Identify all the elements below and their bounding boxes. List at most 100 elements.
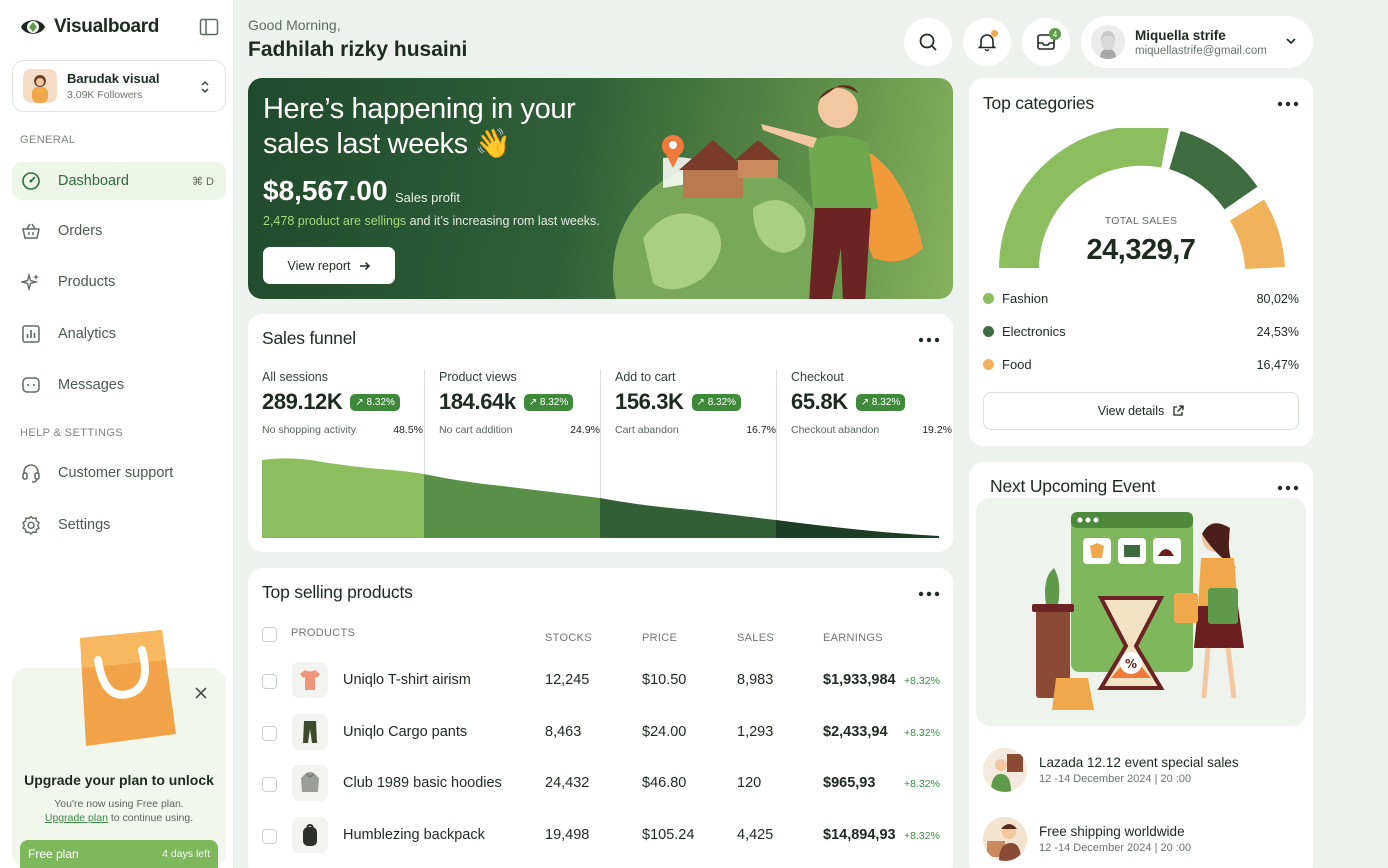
column-header-price[interactable]: PRICE bbox=[642, 632, 677, 644]
select-all-checkbox[interactable] bbox=[262, 627, 277, 642]
view-details-label: View details bbox=[1097, 404, 1165, 418]
funnel-area-all-sessions bbox=[262, 458, 424, 538]
sidebar-item-dashboard[interactable]: Dashboard ⌘ D bbox=[12, 162, 226, 200]
funnel-label: Add to cart bbox=[615, 370, 676, 384]
more-options-icon[interactable] bbox=[918, 591, 940, 597]
user-menu[interactable]: Miquella strife miquellastrife@gmail.com bbox=[1081, 16, 1313, 68]
funnel-label: Checkout bbox=[791, 370, 844, 384]
upgrade-card: Upgrade your plan to unlock You're now u… bbox=[12, 630, 226, 868]
hero-note-rest: and it’s increasing rom last weeks. bbox=[406, 214, 600, 228]
funnel-label: All sessions bbox=[262, 370, 328, 384]
sidebar-item-orders[interactable]: Orders bbox=[12, 212, 226, 250]
close-icon[interactable] bbox=[194, 686, 208, 700]
funnel-sub-label: No shopping activity bbox=[262, 424, 356, 436]
upcoming-event-card: Next Upcoming Event % Lazada 12.12 event… bbox=[969, 462, 1313, 868]
basket-icon bbox=[20, 220, 42, 242]
earnings-change: +8.32% bbox=[904, 675, 940, 687]
messages-badge: 4 bbox=[1049, 28, 1061, 40]
funnel-label: Product views bbox=[439, 370, 517, 384]
earnings-change: +8.32% bbox=[904, 727, 940, 739]
product-earnings: $2,433,94 bbox=[823, 724, 888, 740]
more-options-icon[interactable] bbox=[1277, 101, 1299, 107]
change-badge: ↗ 8.32% bbox=[691, 393, 742, 411]
svg-text:%: % bbox=[1125, 657, 1137, 671]
column-header-sales[interactable]: SALES bbox=[737, 632, 774, 644]
gauge-segment-electronics bbox=[1168, 130, 1258, 210]
row-checkbox[interactable] bbox=[262, 829, 277, 844]
view-details-button[interactable]: View details bbox=[983, 392, 1299, 430]
more-options-icon[interactable] bbox=[918, 337, 940, 343]
sidebar-item-settings[interactable]: Settings bbox=[12, 506, 226, 544]
funnel-value: 289.12K bbox=[262, 389, 343, 414]
funnel-stage-checkout: Checkout 65.8K ↗ 8.32% Checkout abandon 19… bbox=[791, 370, 966, 436]
sidebar-item-analytics[interactable]: Analytics bbox=[12, 315, 226, 353]
pants-icon bbox=[292, 714, 328, 750]
view-report-label: View report bbox=[287, 258, 351, 273]
notifications-button[interactable] bbox=[963, 18, 1011, 66]
more-options-icon[interactable] bbox=[1277, 485, 1299, 491]
earnings-change: +8.32% bbox=[904, 830, 940, 842]
column-header-stocks[interactable]: STOCKS bbox=[545, 632, 592, 644]
brand[interactable]: Visualboard bbox=[20, 14, 159, 40]
upgrade-text-line1: You're now using Free plan. bbox=[54, 798, 184, 810]
table-row[interactable]: Uniqlo T-shirt airism 12,245 $10.50 8,98… bbox=[248, 656, 953, 706]
table-row[interactable]: Uniqlo Cargo pants 8,463 $24.00 1,293 $2… bbox=[248, 708, 953, 758]
hero-title: Here’s happening in your sales last week… bbox=[263, 93, 576, 160]
event-title: Lazada 12.12 event special sales bbox=[1039, 755, 1239, 770]
event-thumbnail bbox=[983, 817, 1027, 861]
shopping-bag-icon bbox=[80, 630, 176, 746]
funnel-stage-add-to-cart: Add to cart 156.3K ↗ 8.32% Cart abandon 16… bbox=[615, 370, 790, 436]
sparkle-icon bbox=[20, 271, 42, 293]
funnel-sub-label: Cart abandon bbox=[615, 424, 679, 436]
row-checkbox[interactable] bbox=[262, 726, 277, 741]
headset-icon bbox=[20, 462, 42, 484]
funnel-area-add-to-cart bbox=[600, 498, 776, 538]
column-header-products[interactable]: PRODUCTS bbox=[291, 627, 355, 639]
sidebar: Visualboard Barudak visual 3.09K Followe… bbox=[0, 0, 234, 868]
event-title: Free shipping worldwide bbox=[1039, 824, 1185, 839]
product-stocks: 19,498 bbox=[545, 827, 590, 843]
workspace-switcher[interactable]: Barudak visual 3.09K Followers bbox=[12, 60, 226, 112]
arrow-right-icon bbox=[359, 261, 370, 270]
row-checkbox[interactable] bbox=[262, 777, 277, 792]
upgrade-plan-link[interactable]: Upgrade plan bbox=[45, 812, 108, 824]
table-row[interactable]: Club 1989 basic hoodies 24,432 $46.80 12… bbox=[248, 759, 953, 809]
search-icon bbox=[919, 33, 937, 51]
funnel-value: 65.8K bbox=[791, 389, 848, 414]
chevron-updown-icon bbox=[201, 80, 209, 94]
row-checkbox[interactable] bbox=[262, 674, 277, 689]
legend-dot bbox=[983, 326, 994, 337]
funnel-sub-label: No cart addition bbox=[439, 424, 513, 436]
product-price: $46.80 bbox=[642, 775, 687, 791]
card-title: Sales funnel bbox=[262, 328, 356, 348]
card-title: Next Upcoming Event bbox=[990, 476, 1156, 496]
workspace-name: Barudak visual bbox=[67, 71, 160, 86]
messages-button[interactable]: 4 bbox=[1022, 18, 1070, 66]
sidebar-item-label: Products bbox=[58, 274, 116, 290]
sidebar-item-label: Messages bbox=[58, 377, 125, 393]
total-sales-label: TOTAL SALES bbox=[1104, 215, 1178, 227]
product-stocks: 8,463 bbox=[545, 724, 582, 740]
plan-status-bar[interactable]: Free plan 4 days left bbox=[20, 840, 218, 868]
hoodie-icon bbox=[292, 765, 328, 801]
search-button[interactable] bbox=[904, 18, 952, 66]
sidebar-toggle-icon[interactable] bbox=[199, 18, 219, 36]
table-row[interactable]: Humblezing backpack 19,498 $105.24 4,425… bbox=[248, 811, 953, 861]
list-item[interactable]: Lazada 12.12 event special sales 12 -14 … bbox=[983, 747, 1293, 793]
sidebar-item-customer-support[interactable]: Customer support bbox=[12, 454, 226, 492]
product-stocks: 12,245 bbox=[545, 672, 590, 688]
sidebar-item-label: Dashboard bbox=[58, 173, 129, 189]
product-name: Humblezing backpack bbox=[343, 827, 485, 843]
shortcut-hint: ⌘ D bbox=[192, 175, 214, 188]
total-sales-value: 24,329,7 bbox=[1086, 234, 1196, 266]
list-item[interactable]: Free shipping worldwide 12 -14 December … bbox=[983, 816, 1293, 862]
column-header-earnings[interactable]: EARNINGS bbox=[823, 632, 883, 644]
view-report-button[interactable]: View report bbox=[263, 247, 395, 284]
hero-note-highlight: 2,478 product are sellings bbox=[263, 214, 407, 228]
sidebar-item-messages[interactable]: Messages bbox=[12, 366, 226, 404]
sidebar-item-products[interactable]: Products bbox=[12, 263, 226, 301]
hero-amount: $8,567.00 bbox=[263, 175, 388, 206]
upgrade-title: Upgrade your plan to unlock bbox=[24, 772, 214, 788]
sidebar-item-label: Customer support bbox=[58, 465, 174, 481]
tshirt-icon bbox=[292, 662, 328, 698]
